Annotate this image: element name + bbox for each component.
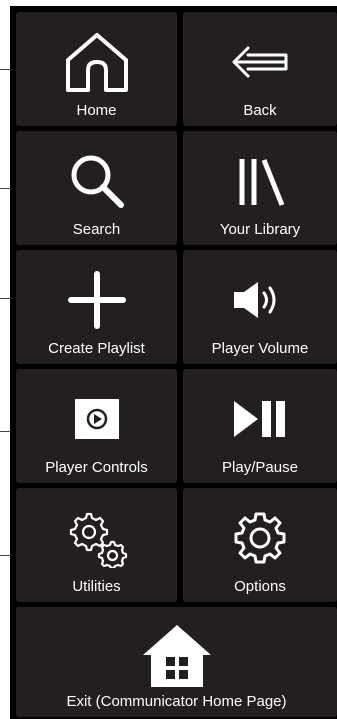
- plus-icon: [16, 266, 177, 334]
- create-playlist-label: Create Playlist: [48, 340, 145, 357]
- search-icon: [16, 147, 177, 215]
- create-playlist-button[interactable]: Create Playlist: [16, 250, 177, 364]
- house-exit-icon: [16, 619, 337, 693]
- search-button[interactable]: Search: [16, 131, 177, 245]
- back-label: Back: [243, 102, 277, 119]
- utilities-button[interactable]: Utilities: [16, 488, 177, 602]
- options-label: Options: [234, 578, 286, 595]
- communicator-panel: Home Back Search Your Library Create Pla…: [10, 6, 337, 719]
- your-library-label: Your Library: [219, 221, 301, 238]
- play-pause-label: Play/Pause: [222, 459, 298, 476]
- player-volume-button[interactable]: Player Volume: [183, 250, 337, 364]
- search-label: Search: [72, 221, 121, 238]
- utilities-label: Utilities: [72, 578, 121, 595]
- gears-icon: [16, 504, 177, 572]
- player-volume-label: Player Volume: [211, 340, 309, 357]
- player-controls-icon: [16, 385, 177, 453]
- volume-icon: [183, 266, 337, 334]
- home-button[interactable]: Home: [16, 12, 177, 126]
- exit-label: Exit (Communicator Home Page): [66, 693, 287, 710]
- player-controls-label: Player Controls: [45, 459, 148, 476]
- home-icon: [16, 28, 177, 96]
- arrow-left-icon: [183, 28, 337, 96]
- your-library-button[interactable]: Your Library: [183, 131, 337, 245]
- play-pause-button[interactable]: Play/Pause: [183, 369, 337, 483]
- player-controls-button[interactable]: Player Controls: [16, 369, 177, 483]
- play-pause-icon: [183, 385, 337, 453]
- library-icon: [183, 147, 337, 215]
- options-button[interactable]: Options: [183, 488, 337, 602]
- back-button[interactable]: Back: [183, 12, 337, 126]
- exit-communicator-home-button[interactable]: Exit (Communicator Home Page): [16, 607, 337, 717]
- home-label: Home: [76, 102, 117, 119]
- gear-icon: [183, 504, 337, 572]
